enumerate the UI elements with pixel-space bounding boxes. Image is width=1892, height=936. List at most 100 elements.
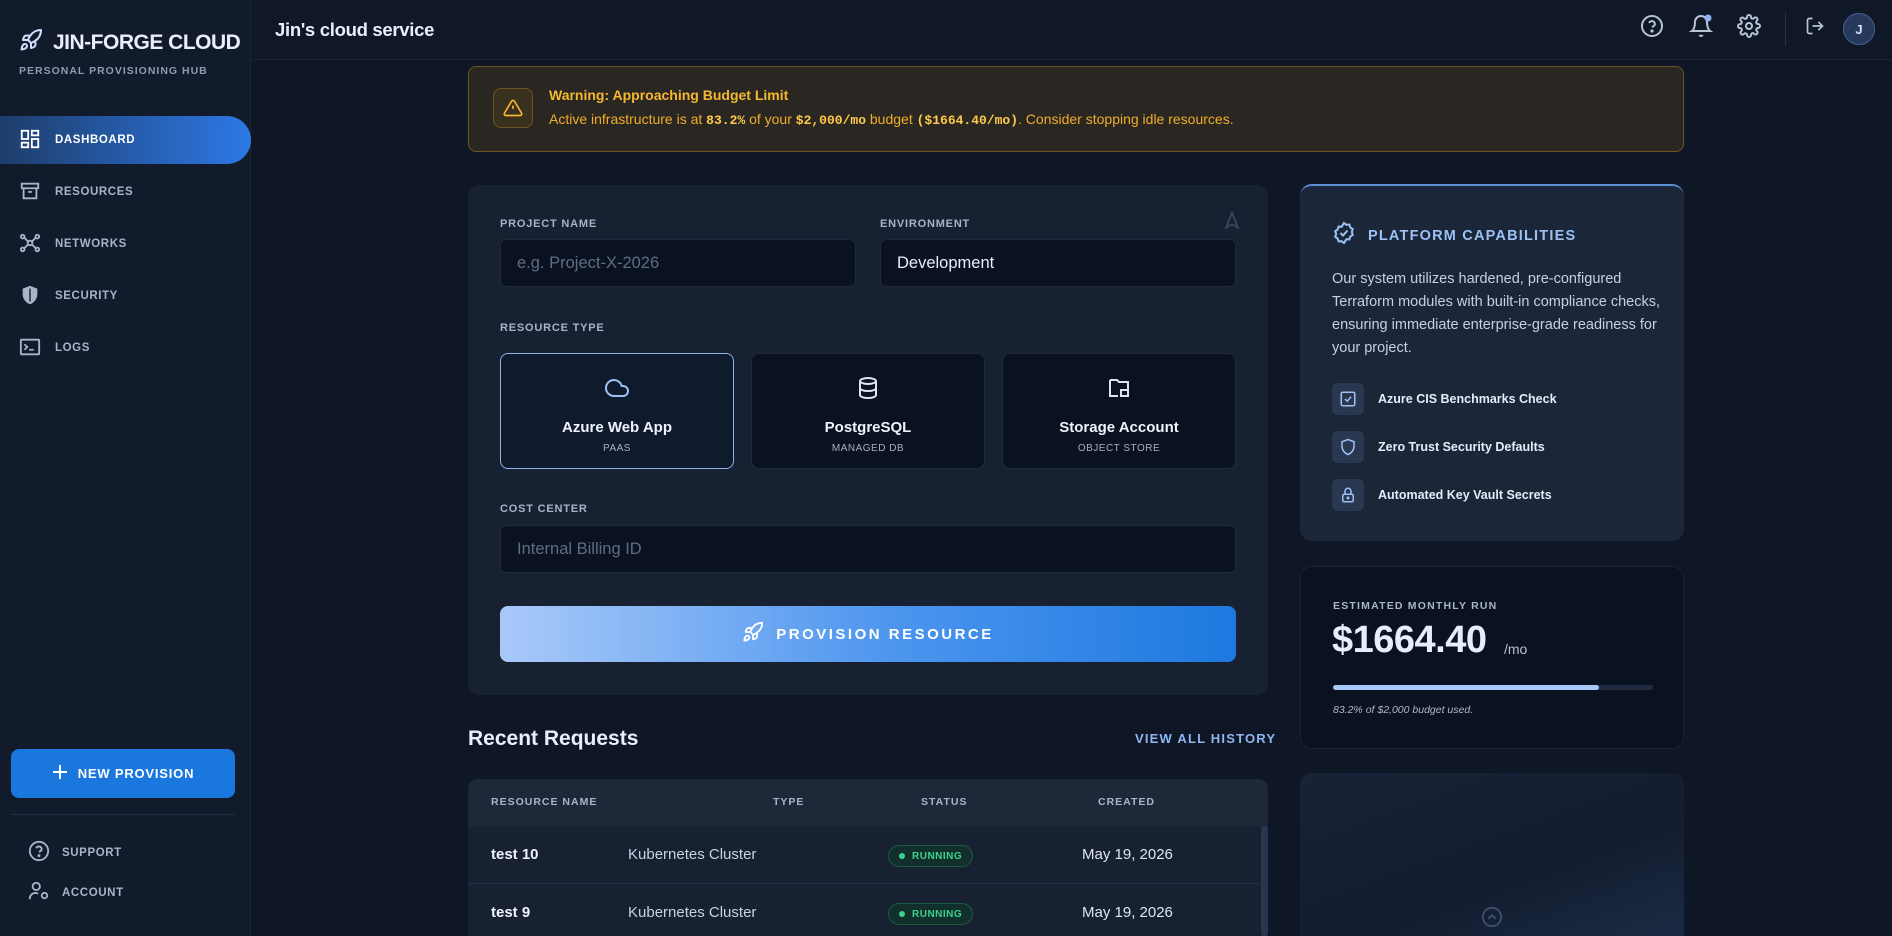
capabilities-header: PLATFORM CAPABILITIES xyxy=(1332,221,1576,250)
resource-type-sub: PAAS xyxy=(603,443,631,454)
capability-item: Automated Key Vault Secrets xyxy=(1332,479,1552,511)
sidebar-item-label: LOGS xyxy=(55,342,90,354)
resource-type-web-app[interactable]: Azure Web App PAAS xyxy=(500,353,734,469)
table-scrollbar[interactable] xyxy=(1261,826,1268,936)
archive-icon xyxy=(19,180,41,205)
capability-label: Azure CIS Benchmarks Check xyxy=(1378,392,1557,406)
provision-resource-button[interactable]: PROVISION RESOURCE xyxy=(500,606,1236,662)
table-row[interactable]: test 10 Kubernetes Cluster RUNNING May 1… xyxy=(468,826,1268,884)
recent-requests-table: RESOURCE NAME TYPE STATUS CREATED test 1… xyxy=(468,779,1268,936)
project-name-label: PROJECT NAME xyxy=(500,218,597,230)
sidebar-divider xyxy=(11,814,235,815)
column-header[interactable]: STATUS xyxy=(921,796,967,808)
scroll-up-icon[interactable] xyxy=(1481,906,1503,933)
notification-bell-icon[interactable] xyxy=(1688,14,1714,38)
project-name-input[interactable]: e.g. Project-X-2026 xyxy=(500,239,856,287)
cost-center-label: COST CENTER xyxy=(500,503,588,515)
budget-note: 83.2% of $2,000 budget used. xyxy=(1333,704,1474,716)
resource-type-name: Azure Web App xyxy=(561,419,672,436)
gear-icon[interactable] xyxy=(1737,14,1761,38)
sidebar-item-label: RESOURCES xyxy=(55,186,134,198)
verified-badge-icon xyxy=(1332,221,1356,250)
help-circle-icon xyxy=(28,840,50,865)
resource-type-sub: OBJECT STORE xyxy=(1077,443,1161,454)
logout-icon[interactable] xyxy=(1805,16,1829,40)
sidebar-item-resources[interactable]: RESOURCES xyxy=(0,168,251,216)
sidebar-item-networks[interactable]: NETWORKS xyxy=(0,220,251,268)
plus-icon xyxy=(52,764,68,783)
sidebar: JIN-FORGE CLOUD PERSONAL PROVISIONING HU… xyxy=(0,0,251,936)
warning-triangle-icon xyxy=(493,88,533,128)
new-provision-label: NEW PROVISION xyxy=(77,766,195,781)
resource-type-postgresql[interactable]: PostgreSQL MANAGED DB xyxy=(751,353,985,469)
platform-capabilities-card: PLATFORM CAPABILITIES Our system utilize… xyxy=(1300,184,1684,541)
budget-progress-fill xyxy=(1333,685,1600,690)
avatar[interactable]: J xyxy=(1843,13,1875,45)
capability-item: Zero Trust Security Defaults xyxy=(1332,431,1545,463)
table-row[interactable]: test 9 Kubernetes Cluster RUNNING May 19… xyxy=(468,884,1268,936)
row-type: Kubernetes Cluster xyxy=(628,846,757,863)
row-resource-name: test 9 xyxy=(491,904,531,921)
row-type: Kubernetes Cluster xyxy=(628,904,757,921)
resource-type-label: RESOURCE TYPE xyxy=(500,322,605,334)
lock-icon xyxy=(1332,479,1364,511)
column-header[interactable]: RESOURCE NAME xyxy=(491,796,597,808)
brand: JIN-FORGE CLOUD PERSONAL PROVISIONING HU… xyxy=(19,28,241,77)
account-label: ACCOUNT xyxy=(62,886,124,899)
terminal-icon xyxy=(19,336,41,361)
rocket-watermark-icon xyxy=(1222,210,1242,236)
sidebar-item-dashboard[interactable]: DASHBOARD xyxy=(0,116,251,164)
warning-text-part: budget xyxy=(866,111,917,127)
account-link[interactable]: ACCOUNT xyxy=(28,880,124,905)
capability-item: Azure CIS Benchmarks Check xyxy=(1332,383,1557,415)
warning-text-part: Active infrastructure is at xyxy=(549,111,707,127)
new-provision-button[interactable]: NEW PROVISION xyxy=(11,749,235,798)
header-divider xyxy=(1785,12,1786,46)
row-created: May 19, 2026 xyxy=(1082,846,1173,863)
help-icon[interactable] xyxy=(1640,14,1664,38)
shield-icon xyxy=(19,284,41,309)
dashboard-icon xyxy=(19,128,41,153)
rocket-logo-icon xyxy=(19,28,43,57)
warning-title: Warning: Approaching Budget Limit xyxy=(549,87,789,103)
capabilities-title: PLATFORM CAPABILITIES xyxy=(1368,227,1577,244)
user-settings-icon xyxy=(28,880,50,905)
estimated-cost-card: ESTIMATED MONTHLY RUN $1664.40 /mo 83.2%… xyxy=(1300,566,1684,749)
database-icon xyxy=(856,354,880,405)
support-link[interactable]: SUPPORT xyxy=(28,840,122,865)
checkbox-icon xyxy=(1332,383,1364,415)
row-created: May 19, 2026 xyxy=(1082,904,1173,921)
shield-outline-icon xyxy=(1332,431,1364,463)
rocket-icon xyxy=(742,621,764,647)
view-all-history-link[interactable]: VIEW ALL HISTORY xyxy=(1135,731,1276,746)
column-header[interactable]: TYPE xyxy=(773,796,804,808)
resource-type-name: Storage Account xyxy=(1059,419,1179,436)
support-label: SUPPORT xyxy=(62,846,122,859)
cost-unit: /mo xyxy=(1504,641,1528,657)
budget-warning-banner: Warning: Approaching Budget Limit Active… xyxy=(468,66,1684,152)
sidebar-item-label: SECURITY xyxy=(55,290,118,302)
budget-progress-bar xyxy=(1333,685,1653,690)
sidebar-item-security[interactable]: SECURITY xyxy=(0,272,251,320)
warning-text-part: . Consider stopping idle resources. xyxy=(1018,111,1234,127)
top-header: Jin's cloud service J xyxy=(251,0,1892,60)
status-label: RUNNING xyxy=(912,850,963,862)
sidebar-item-logs[interactable]: LOGS xyxy=(0,324,251,372)
warning-text: Active infrastructure is at 83.2% of you… xyxy=(549,111,1234,128)
brand-subtitle: PERSONAL PROVISIONING HUB xyxy=(19,65,208,77)
cost-label: ESTIMATED MONTHLY RUN xyxy=(1333,600,1498,612)
sidebar-nav: DASHBOARD RESOURCES NETWORKS SECURITY LO… xyxy=(0,116,251,376)
resource-type-sub: MANAGED DB xyxy=(831,443,905,454)
environment-select[interactable]: Development xyxy=(880,239,1236,287)
cost-center-input[interactable]: Internal Billing ID xyxy=(500,525,1236,573)
column-header[interactable]: CREATED xyxy=(1098,796,1155,808)
row-resource-name: test 10 xyxy=(491,846,539,863)
cloud-icon xyxy=(604,354,629,405)
capability-label: Automated Key Vault Secrets xyxy=(1378,488,1552,502)
warning-percent: 83.2% xyxy=(706,113,746,128)
status-label: RUNNING xyxy=(912,908,963,920)
brand-title: JIN-FORGE CLOUD xyxy=(53,30,241,54)
network-icon xyxy=(19,232,41,257)
resource-type-storage[interactable]: Storage Account OBJECT STORE xyxy=(1002,353,1236,469)
sidebar-item-label: NETWORKS xyxy=(55,238,127,250)
